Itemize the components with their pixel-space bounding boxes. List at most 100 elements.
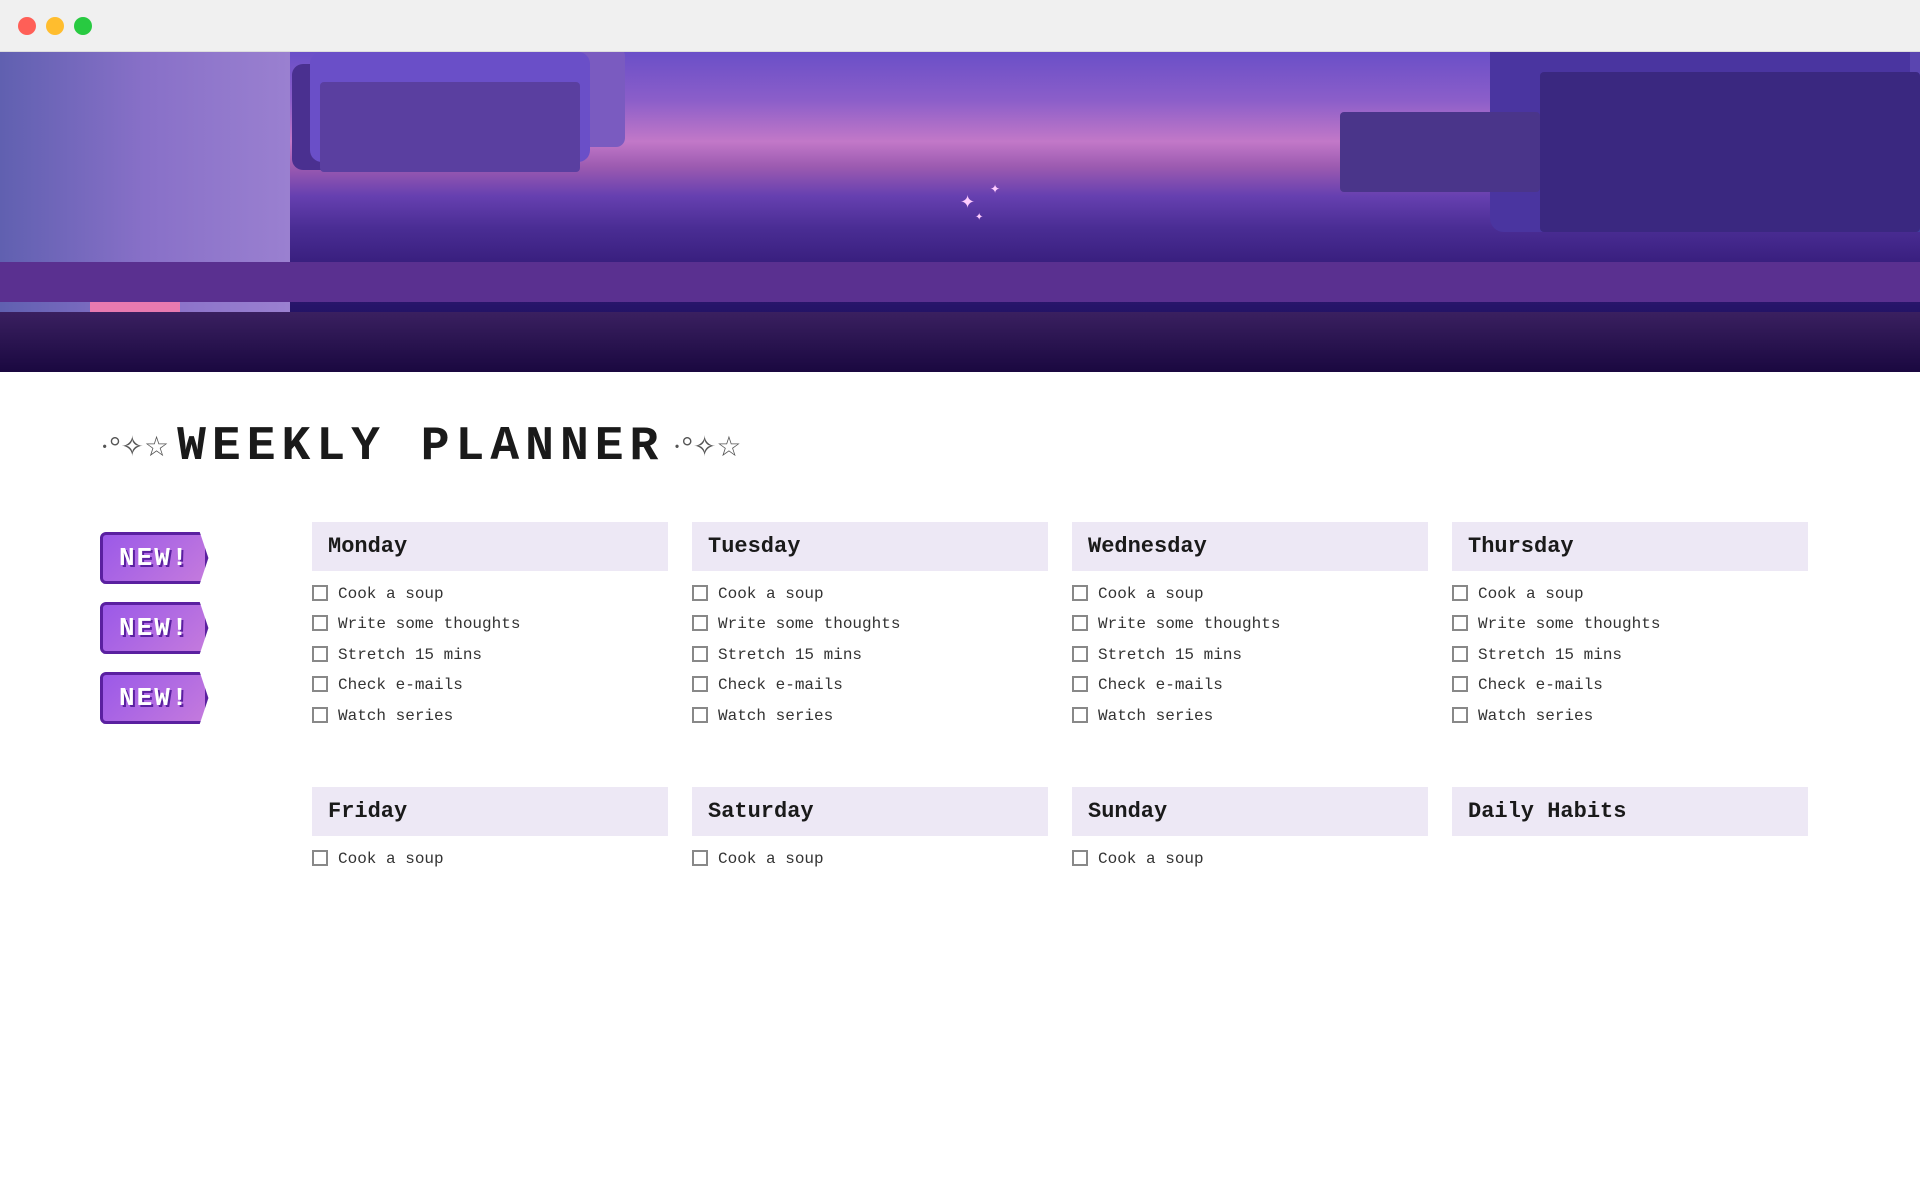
- hero-cloud-2: [1540, 72, 1920, 232]
- list-item: Stretch 15 mins: [1452, 644, 1808, 666]
- task-label: Cook a soup: [338, 848, 444, 870]
- task-label: Check e-mails: [1098, 674, 1223, 696]
- task-checkbox[interactable]: [312, 676, 328, 692]
- sparkle-3: ✦: [975, 212, 983, 223]
- new-badge-2[interactable]: NEW!: [100, 602, 208, 654]
- title-deco-right: ·°✧☆: [672, 430, 741, 464]
- task-checkbox[interactable]: [1452, 707, 1468, 723]
- list-item: Cook a soup: [692, 583, 1048, 605]
- title-bar: [0, 0, 1920, 52]
- list-item: Write some thoughts: [692, 613, 1048, 635]
- list-item: Stretch 15 mins: [1072, 644, 1428, 666]
- list-item: Cook a soup: [312, 848, 668, 870]
- task-list-thursday: Cook a soup Write some thoughts Stretch 15…: [1452, 583, 1808, 727]
- task-label: Stretch 15 mins: [338, 644, 482, 666]
- task-checkbox[interactable]: [312, 585, 328, 601]
- task-label: Watch series: [1098, 705, 1213, 727]
- list-item: Watch series: [1072, 705, 1428, 727]
- task-list-friday: Cook a soup: [312, 848, 668, 870]
- task-label: Watch series: [718, 705, 833, 727]
- list-item: Stretch 15 mins: [692, 644, 1048, 666]
- hero-ground-mid: [0, 262, 1920, 302]
- list-item: Check e-mails: [1072, 674, 1428, 696]
- day-header-wednesday: Wednesday: [1072, 522, 1428, 571]
- task-label: Watch series: [1478, 705, 1593, 727]
- task-checkbox[interactable]: [312, 707, 328, 723]
- task-label: Cook a soup: [718, 848, 824, 870]
- main-content: ·°✧☆ WEEKLY PLANNER ·°✧☆ NEW! NEW! NEW! …: [0, 372, 1920, 918]
- day-col-saturday: Saturday Cook a soup: [680, 787, 1060, 870]
- task-label: Stretch 15 mins: [1098, 644, 1242, 666]
- task-checkbox[interactable]: [1072, 646, 1088, 662]
- task-label: Cook a soup: [1478, 583, 1584, 605]
- task-checkbox[interactable]: [1452, 646, 1468, 662]
- sparkle-2: ✦: [990, 182, 1000, 197]
- day-col-thursday: Thursday Cook a soup Write some thoughts St…: [1440, 522, 1820, 727]
- hero-banner: ✦ ✦ ✦: [0, 52, 1920, 372]
- task-label: Stretch 15 mins: [718, 644, 862, 666]
- list-item: Check e-mails: [1452, 674, 1808, 696]
- hero-cloud-3: [1340, 112, 1540, 192]
- maximize-button[interactable]: [74, 17, 92, 35]
- task-checkbox[interactable]: [1452, 585, 1468, 601]
- list-item: Cook a soup: [1452, 583, 1808, 605]
- task-label: Write some thoughts: [1098, 613, 1280, 635]
- page-title-row: ·°✧☆ WEEKLY PLANNER ·°✧☆: [100, 420, 1820, 474]
- hero-cloud-1: [320, 82, 580, 172]
- task-checkbox[interactable]: [312, 850, 328, 866]
- task-checkbox[interactable]: [1072, 585, 1088, 601]
- task-label: Stretch 15 mins: [1478, 644, 1622, 666]
- task-checkbox[interactable]: [1452, 676, 1468, 692]
- day-header-thursday: Thursday: [1452, 522, 1808, 571]
- task-checkbox[interactable]: [1072, 707, 1088, 723]
- task-label: Cook a soup: [338, 583, 444, 605]
- day-header-monday: Monday: [312, 522, 668, 571]
- list-item: Cook a soup: [1072, 583, 1428, 605]
- task-list-monday: Cook a soup Write some thoughts Stretch 15…: [312, 583, 668, 727]
- day-col-tuesday: TuesdayCook a soupWrite some thoughtsStr…: [680, 522, 1060, 727]
- title-deco-left: ·°✧☆: [100, 430, 169, 464]
- task-list-saturday: Cook a soup: [692, 848, 1048, 870]
- task-list-sunday: Cook a soup: [1072, 848, 1428, 870]
- task-checkbox[interactable]: [692, 646, 708, 662]
- task-checkbox[interactable]: [692, 850, 708, 866]
- list-item: Write some thoughts: [1072, 613, 1428, 635]
- sparkle-1: ✦: [960, 192, 975, 213]
- bottom-header-friday: Friday: [312, 787, 668, 836]
- new-badge-3[interactable]: NEW!: [100, 672, 208, 724]
- task-list-tuesday: Cook a soup Write some thoughts Stretch 15…: [692, 583, 1048, 727]
- bottom-header-sunday: Sunday: [1072, 787, 1428, 836]
- task-label: Cook a soup: [718, 583, 824, 605]
- task-checkbox[interactable]: [692, 615, 708, 631]
- task-checkbox[interactable]: [312, 646, 328, 662]
- badges-column: NEW! NEW! NEW!: [100, 522, 300, 727]
- week-grid-top: NEW! NEW! NEW! Monday Cook a soup Write so…: [100, 522, 1820, 727]
- task-label: Write some thoughts: [1478, 613, 1660, 635]
- day-col-friday: Friday Cook a soup: [300, 787, 680, 870]
- day-col-wednesday: Wednesday Cook a soup Write some thoughts S…: [1060, 522, 1440, 727]
- minimize-button[interactable]: [46, 17, 64, 35]
- task-label: Write some thoughts: [718, 613, 900, 635]
- list-item: Check e-mails: [312, 674, 668, 696]
- list-item: Write some thoughts: [312, 613, 668, 635]
- task-list-wednesday: Cook a soup Write some thoughts Stretch 15…: [1072, 583, 1428, 727]
- day-col-sunday: Sunday Cook a soup: [1060, 787, 1440, 870]
- task-checkbox[interactable]: [692, 676, 708, 692]
- bottom-header-saturday: Saturday: [692, 787, 1048, 836]
- task-checkbox[interactable]: [1072, 676, 1088, 692]
- task-checkbox[interactable]: [692, 707, 708, 723]
- day-col-daily-habits: Daily Habits: [1440, 787, 1820, 870]
- task-label: Check e-mails: [718, 674, 843, 696]
- task-checkbox[interactable]: [692, 585, 708, 601]
- task-checkbox[interactable]: [1072, 615, 1088, 631]
- task-checkbox[interactable]: [1072, 850, 1088, 866]
- task-checkbox[interactable]: [1452, 615, 1468, 631]
- task-label: Watch series: [338, 705, 453, 727]
- hero-ground-front: [0, 312, 1920, 372]
- new-badge-1[interactable]: NEW!: [100, 532, 208, 584]
- task-label: Cook a soup: [1098, 848, 1204, 870]
- task-checkbox[interactable]: [312, 615, 328, 631]
- task-label: Check e-mails: [338, 674, 463, 696]
- close-button[interactable]: [18, 17, 36, 35]
- bottom-grid: FridayCook a soupSaturdayCook a soupSund…: [300, 787, 1820, 870]
